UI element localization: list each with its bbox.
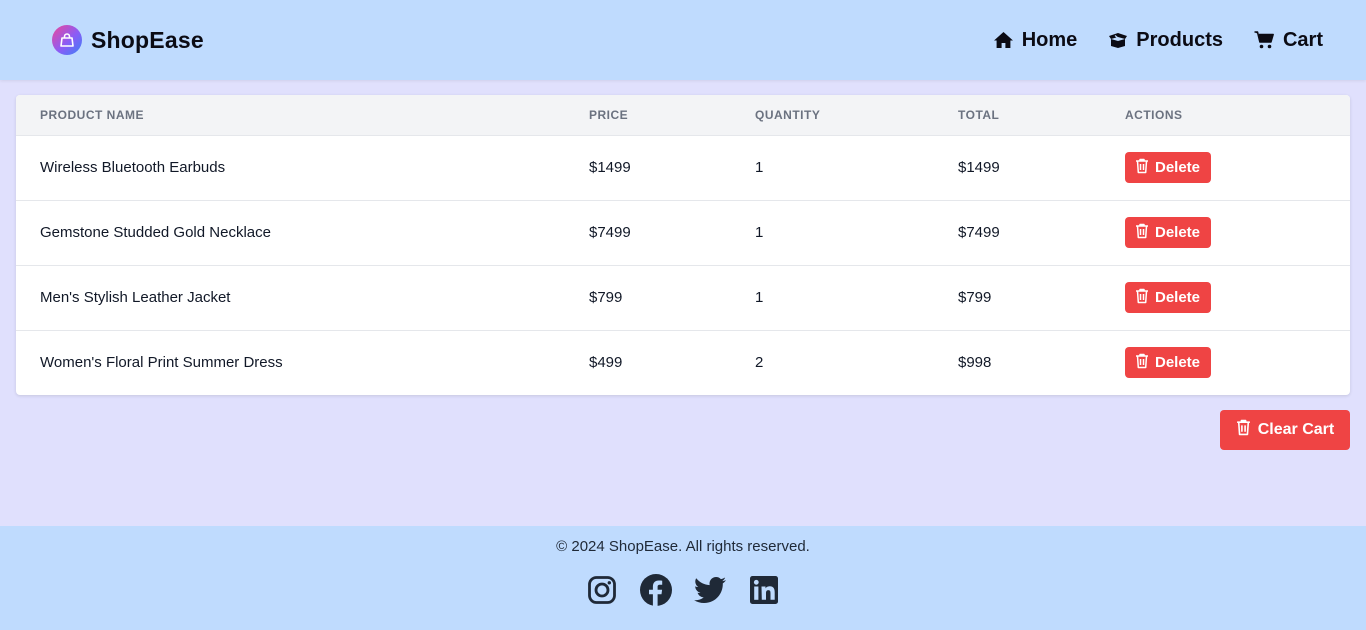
product-quantity: 2	[755, 354, 764, 372]
product-name: Men's Stylish Leather Jacket	[40, 289, 231, 306]
product-name: Wireless Bluetooth Earbuds	[40, 159, 226, 176]
nav-cart[interactable]: Cart	[1254, 29, 1323, 52]
table-row: Wireless Bluetooth Earbuds $1499 1 $1499…	[16, 135, 1350, 200]
product-price: $7499	[589, 224, 631, 241]
facebook-icon[interactable]	[640, 574, 672, 606]
product-total: $799	[958, 289, 992, 306]
home-icon	[993, 31, 1014, 49]
column-header-quantity: QUANTITY	[755, 107, 821, 122]
table-row: Men's Stylish Leather Jacket $799 1 $799…	[16, 265, 1350, 330]
copyright-text: © 2024 ShopEase. All rights reserved.	[556, 538, 810, 555]
column-header-total: TOTAL	[958, 107, 1000, 122]
delete-button[interactable]: Delete	[1125, 282, 1212, 313]
nav-home[interactable]: Home	[993, 28, 1078, 52]
nav-products-label: Products	[1136, 28, 1223, 51]
clear-cart-button[interactable]: Clear Cart	[1220, 410, 1350, 450]
product-price: $799	[589, 289, 623, 306]
product-name: Gemstone Studded Gold Necklace	[40, 224, 271, 241]
trash-icon	[1236, 419, 1251, 441]
product-quantity: 1	[755, 159, 764, 176]
product-total: $7499	[958, 224, 1000, 241]
top-navbar: ShopEase Home Products Cart	[0, 0, 1366, 80]
brand[interactable]: ShopEase	[52, 25, 204, 55]
nav-home-label: Home	[1021, 28, 1078, 51]
nav-cart-label: Cart	[1282, 28, 1323, 51]
nav-products[interactable]: Products	[1108, 29, 1223, 52]
table-header-row: PRODUCT NAME PRICE QUANTITY TOTAL ACTION…	[16, 95, 1350, 135]
cart-icon	[1254, 31, 1275, 49]
trash-icon	[1135, 288, 1149, 308]
trash-icon	[1135, 158, 1149, 178]
cart-table: PRODUCT NAME PRICE QUANTITY TOTAL ACTION…	[16, 95, 1350, 395]
column-header-actions: ACTIONS	[1125, 107, 1183, 122]
product-total: $1499	[958, 159, 1000, 176]
delete-button[interactable]: Delete	[1125, 347, 1212, 379]
table-row: Gemstone Studded Gold Necklace $7499 1 $…	[16, 200, 1350, 265]
product-quantity: 1	[755, 224, 764, 241]
footer: © 2024 ShopEase. All rights reserved.	[0, 526, 1366, 630]
product-quantity: 1	[755, 289, 764, 306]
clear-cart-label: Clear Cart	[1257, 421, 1335, 438]
product-price: $499	[589, 354, 623, 372]
product-price: $1499	[589, 159, 631, 176]
main-nav: Home Products Cart	[993, 29, 1323, 52]
linkedin-icon[interactable]	[748, 574, 780, 606]
shopping-bag-logo-icon	[52, 25, 82, 55]
twitter-icon[interactable]	[694, 574, 726, 606]
delete-button[interactable]: Delete	[1125, 217, 1212, 248]
product-total: $998	[958, 354, 992, 372]
social-links	[0, 574, 1366, 606]
delete-button[interactable]: Delete	[1125, 152, 1212, 183]
instagram-icon[interactable]	[586, 574, 618, 606]
column-header-price: PRICE	[589, 107, 629, 122]
trash-icon	[1135, 223, 1149, 243]
delete-label: Delete	[1155, 354, 1201, 372]
product-name: Women's Floral Print Summer Dress	[40, 354, 283, 372]
trash-icon	[1135, 353, 1149, 373]
column-header-product-name: PRODUCT NAME	[40, 107, 144, 122]
delete-label: Delete	[1155, 224, 1201, 241]
brand-name: ShopEase	[91, 26, 204, 53]
table-row: Women's Floral Print Summer Dress $499 2…	[16, 330, 1350, 395]
delete-label: Delete	[1155, 289, 1201, 306]
delete-label: Delete	[1155, 159, 1201, 176]
box-icon	[1108, 32, 1128, 48]
